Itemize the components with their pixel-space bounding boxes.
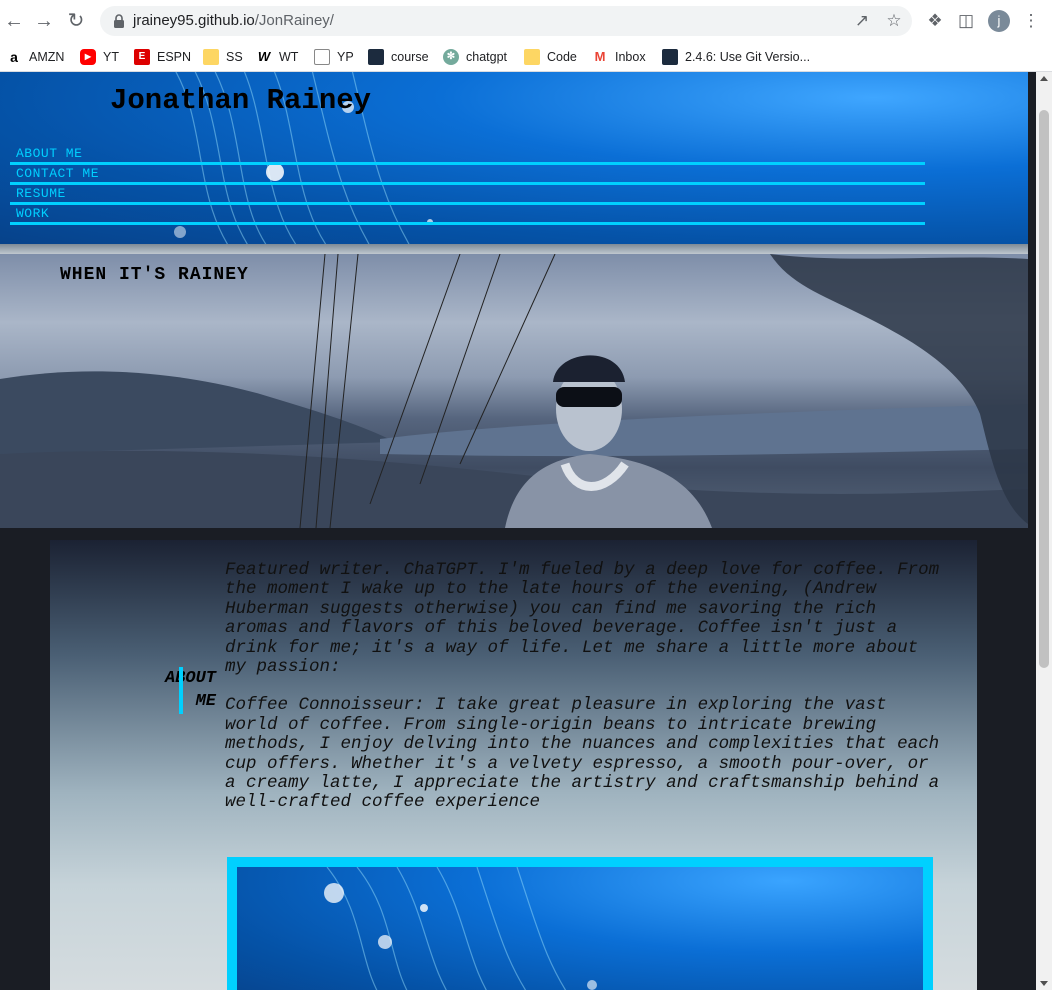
bookmark-wt[interactable]: W WT	[256, 46, 299, 68]
bookmark-git-lesson[interactable]: 2.4.6: Use Git Versio...	[662, 46, 810, 68]
bookmark-label: YP	[337, 50, 354, 64]
share-icon[interactable]: ↗	[852, 11, 872, 31]
course-icon	[662, 49, 678, 65]
about-me-body: Featured writer. ChaTGPT. I'm fueled by …	[225, 560, 940, 813]
bookmark-label: Inbox	[615, 50, 646, 64]
bookmark-label: WT	[279, 50, 299, 64]
espn-icon: E	[134, 49, 150, 65]
extensions-icon[interactable]: ❖	[924, 10, 946, 32]
chatgpt-icon: ✻	[443, 49, 459, 65]
bookmark-chatgpt[interactable]: ✻ chatgpt	[443, 46, 507, 68]
bookmark-code[interactable]: Code	[524, 46, 577, 68]
header-divider	[0, 244, 1028, 254]
bookmark-label: course	[391, 50, 429, 64]
bookmark-star-icon[interactable]: ☆	[884, 11, 904, 31]
url-text[interactable]: jrainey95.github.io/JonRainey/	[133, 12, 334, 29]
work-image-frame	[227, 857, 933, 990]
nav-work[interactable]: WORK	[10, 205, 925, 225]
nav-resume[interactable]: RESUME	[10, 185, 925, 205]
scroll-up-arrow-icon[interactable]	[1040, 76, 1048, 81]
folder-icon	[524, 49, 540, 65]
amazon-icon: a	[10, 49, 18, 65]
hero-landscape-photo	[0, 254, 1028, 528]
reload-icon[interactable]: ↻	[64, 9, 88, 33]
forward-icon[interactable]: →	[32, 9, 56, 33]
main-nav: ABOUT ME CONTACT ME RESUME WORK	[10, 145, 925, 225]
light-streaks-graphic	[324, 867, 597, 990]
bookmark-ss[interactable]: SS	[203, 46, 243, 68]
bookmark-label: YT	[103, 50, 119, 64]
bookmark-course[interactable]: course	[368, 46, 429, 68]
lock-icon[interactable]	[112, 13, 126, 29]
back-icon[interactable]: ←	[2, 9, 26, 33]
about-paragraph-2: Coffee Connoisseur: I take great pleasur…	[225, 695, 940, 813]
profile-avatar[interactable]: j	[988, 10, 1010, 32]
hero-banner: WHEN IT'S RAINEY	[0, 254, 1028, 528]
bookmark-label: chatgpt	[466, 50, 508, 64]
bookmark-label: ESPN	[157, 50, 192, 64]
about-paragraph-1: Featured writer. ChaTGPT. I'm fueled by …	[225, 560, 940, 678]
folder-icon	[203, 49, 219, 65]
bookmark-label: SS	[226, 50, 243, 64]
bookmark-yt[interactable]: ▶ YT	[80, 46, 119, 68]
scroll-down-arrow-icon[interactable]	[1040, 981, 1048, 986]
bookmark-label: 2.4.6: Use Git Versio...	[685, 50, 811, 64]
scrollbar-thumb[interactable]	[1039, 110, 1049, 668]
about-heading-accent-bar	[179, 667, 183, 714]
bookmark-espn[interactable]: E ESPN	[134, 46, 191, 68]
gmail-icon: M	[594, 49, 606, 64]
url-path: /JonRainey/	[254, 12, 334, 29]
bookmarks-bar: a AMZN ▶ YT E ESPN SS W WT YP course ✻ chatgp…	[0, 42, 1052, 72]
url-host: jrainey95.github.io	[133, 12, 255, 29]
bookmark-amzn[interactable]: a AMZN	[6, 46, 64, 68]
bookmark-label: AMZN	[29, 50, 65, 64]
youtube-icon: ▶	[80, 49, 96, 65]
about-heading-line1: ABOUT	[164, 669, 216, 688]
page-scrollbar[interactable]	[1036, 72, 1052, 990]
about-heading-line2: ME	[195, 692, 216, 711]
site-header: Jonathan Rainey ABOUT ME CONTACT ME RESU…	[0, 72, 1028, 244]
bookmark-yp[interactable]: YP	[314, 46, 354, 68]
page-viewport: Jonathan Rainey ABOUT ME CONTACT ME RESU…	[0, 72, 1036, 990]
work-preview-image[interactable]	[237, 867, 923, 990]
nav-about-me[interactable]: ABOUT ME	[10, 145, 925, 165]
about-me-section: ABOUT ME Featured writer. ChaTGPT. I'm f…	[50, 540, 977, 990]
site-title: Jonathan Rainey	[110, 84, 372, 117]
bookmark-inbox[interactable]: M Inbox	[592, 46, 646, 68]
page-icon	[314, 49, 330, 65]
wt-icon: W	[257, 49, 271, 64]
hero-title: WHEN IT'S RAINEY	[60, 265, 249, 285]
about-me-heading: ABOUT ME	[100, 667, 216, 713]
course-icon	[368, 49, 384, 65]
nav-contact-me[interactable]: CONTACT ME	[10, 165, 925, 185]
menu-icon[interactable]: ⋮	[1020, 10, 1042, 32]
browser-toolbar: ← → ↻ jrainey95.github.io/JonRainey/ ↗ ☆…	[0, 0, 1052, 42]
address-bar[interactable]: jrainey95.github.io/JonRainey/ ↗ ☆	[100, 6, 912, 36]
side-panel-icon[interactable]: ◫	[955, 10, 977, 32]
bookmark-label: Code	[547, 50, 577, 64]
